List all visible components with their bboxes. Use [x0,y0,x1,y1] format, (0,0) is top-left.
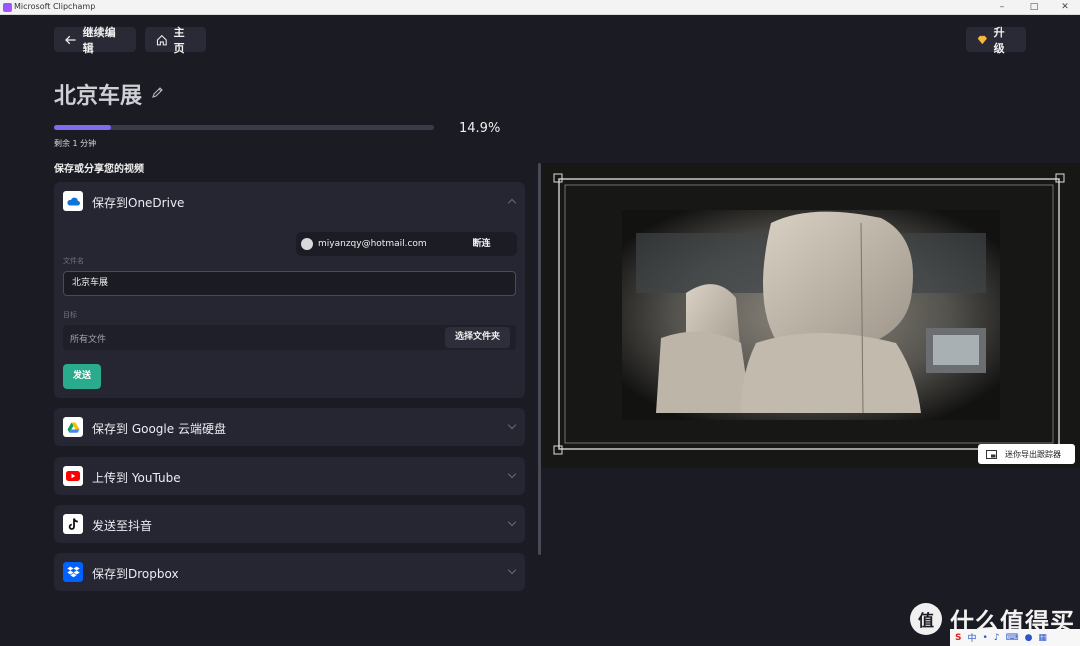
close-icon[interactable]: ✕ [1050,1,1080,14]
microphone-icon[interactable]: ♪ [994,633,1000,643]
chevron-down-icon [507,565,517,575]
destination-value: 所有文件 [70,335,107,345]
video-frame-image [541,163,1080,468]
youtube-icon [63,466,83,486]
video-preview [541,163,1080,468]
minimize-icon[interactable]: – [987,1,1017,14]
account-pill: miyanzqy@hotmail.com 断连 [296,232,517,256]
service-card-google-drive[interactable]: 保存到 Google 云端硬盘 [54,408,525,446]
upgrade-label: 升级 [993,25,1005,55]
chevron-down-icon [507,469,517,479]
pencil-icon[interactable] [151,86,164,99]
window-title: Microsoft Clipchamp [14,2,96,11]
picture-in-picture-icon [986,449,997,459]
export-progress-fill [54,125,111,130]
onedrive-icon [63,191,83,211]
google-drive-icon [63,417,83,437]
skin-icon[interactable]: ● [1025,633,1033,643]
arrow-left-icon [65,35,76,44]
destination-field: 所有文件 选择文件夹 [63,325,516,350]
disconnect-button[interactable]: 断连 [446,232,517,256]
dropbox-icon [63,562,83,582]
home-icon [156,34,167,45]
diamond-icon [977,35,988,44]
export-progress-percent: 14.9% [459,121,501,136]
ime-toolbar: S 中 • ♪ ⌨ ● ▦ [950,629,1080,646]
home-button[interactable]: 主页 [145,26,206,55]
chevron-up-icon [507,198,517,208]
export-progress-bar [54,125,434,130]
service-label-google-drive: 保存到 Google 云端硬盘 [92,422,226,436]
destination-label: 目标 [63,311,77,319]
tiktok-icon [63,514,83,534]
watermark-logo-icon: 值 [910,603,942,635]
service-card-tiktok[interactable]: 发送至抖音 [54,505,525,543]
service-label-tiktok: 发送至抖音 [92,519,153,533]
choose-folder-button[interactable]: 选择文件夹 [445,327,510,348]
project-title: 北京车展 [54,84,143,109]
ime-punctuation-icon[interactable]: • [983,633,988,643]
send-button[interactable]: 发送 [63,364,101,389]
chevron-down-icon [507,517,517,527]
continue-editing-label: 继续编辑 [82,25,116,55]
service-card-dropbox[interactable]: 保存到Dropbox [54,553,525,591]
sogou-ime-icon[interactable]: S [955,633,961,643]
mini-export-tracker-button[interactable]: 迷你导出跟踪器 [978,444,1075,464]
service-card-youtube[interactable]: 上传到 YouTube [54,457,525,495]
onedrive-card-header[interactable]: 保存到OneDrive [54,182,525,220]
keyboard-icon[interactable]: ⌨ [1006,633,1019,643]
continue-editing-button[interactable]: 继续编辑 [54,26,136,55]
avatar [301,238,313,250]
clipchamp-app-icon [3,3,12,12]
ime-mode-chinese[interactable]: 中 [967,631,976,644]
maximize-icon[interactable]: □ [1019,1,1049,14]
mini-tracker-label: 迷你导出跟踪器 [1005,449,1061,459]
filename-label: 文件名 [63,257,84,265]
service-label-dropbox: 保存到Dropbox [92,567,179,581]
home-label: 主页 [173,25,185,55]
toolbox-icon[interactable]: ▦ [1038,633,1047,643]
account-email: miyanzqy@hotmail.com [318,239,427,249]
onedrive-label: 保存到OneDrive [92,196,185,210]
filename-input[interactable]: 北京车展 [63,271,516,296]
time-remaining: 剩余 1 分钟 [54,139,97,148]
service-label-youtube: 上传到 YouTube [92,471,181,485]
chevron-down-icon [507,420,517,430]
window-titlebar: Microsoft Clipchamp – □ ✕ [0,0,1080,15]
share-section-title: 保存或分享您的视频 [54,164,144,175]
upgrade-button[interactable]: 升级 [966,26,1026,55]
onedrive-card: 保存到OneDrive miyanzqy@hotmail.com 断连 文件名 … [54,182,525,398]
